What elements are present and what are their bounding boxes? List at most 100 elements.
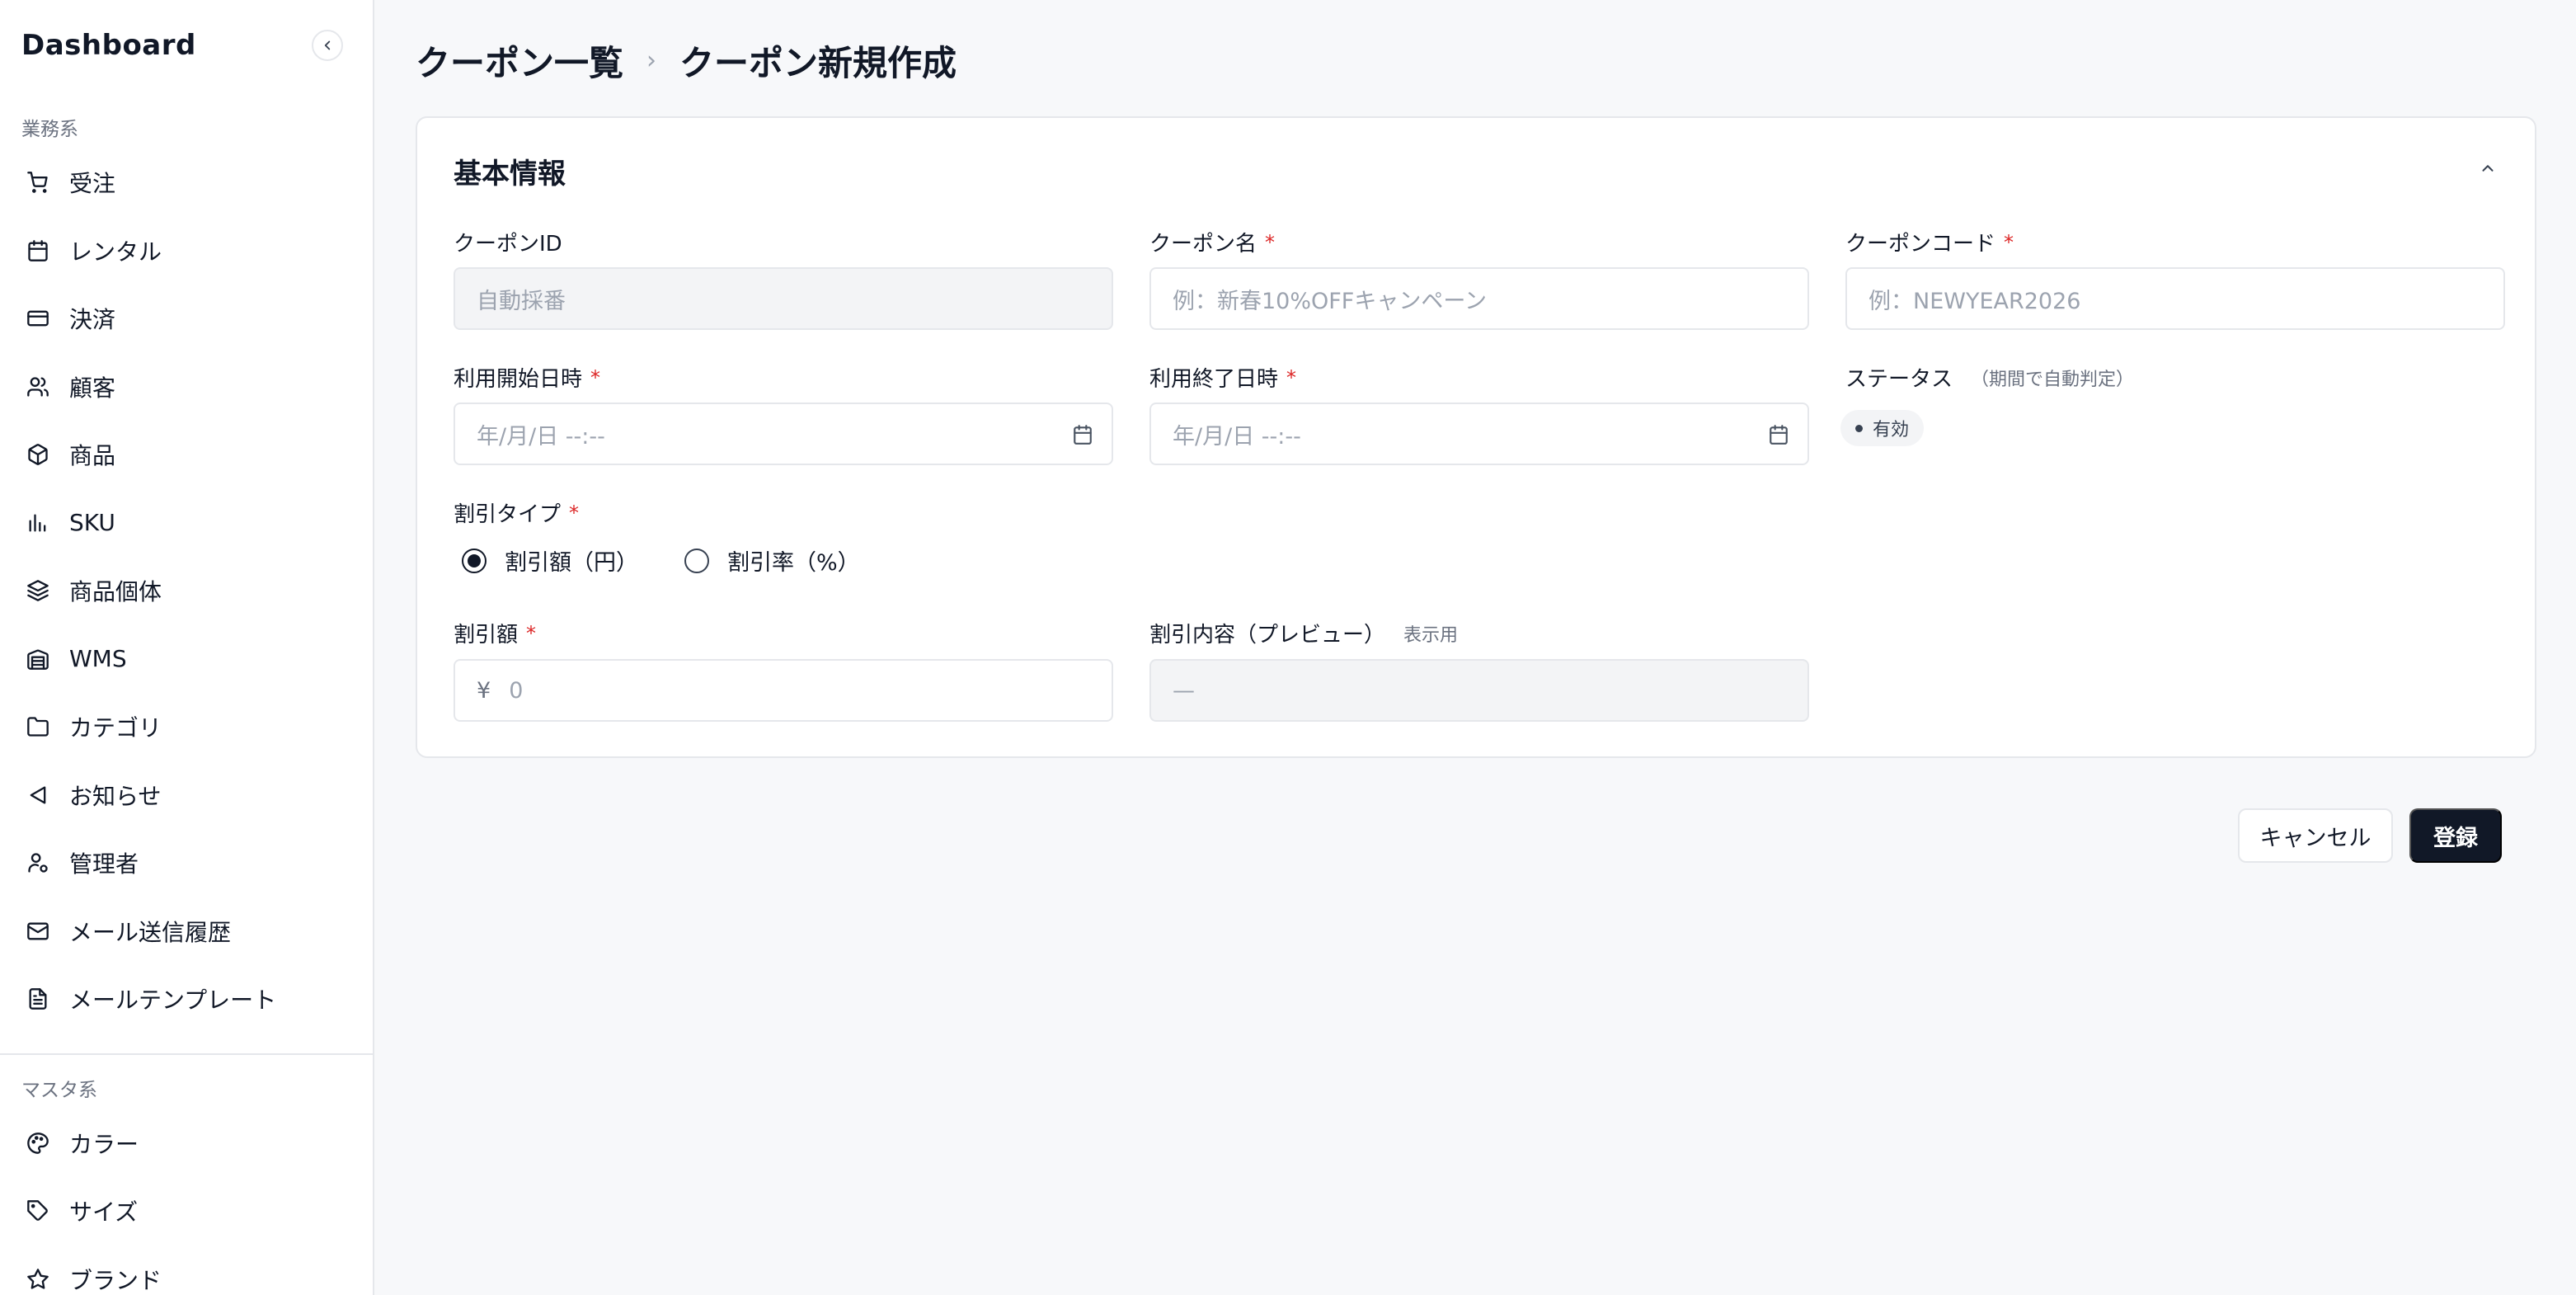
coupon-name-label-text: クーポン名 [1149,232,1257,257]
radio-label-rate: 割引率（%） [727,550,860,576]
calendar-icon[interactable] [1768,424,1789,445]
coupon-code-input[interactable]: 例：NEWYEAR2026 [1845,267,2505,330]
discount-type-amount-radio[interactable]: 割引額（円） [462,544,638,577]
breadcrumb: クーポン一覧 › クーポン新規作成 [416,31,957,89]
radio-unchecked-icon[interactable] [684,548,709,573]
sidebar-item-mail-templates[interactable]: メールテンプレート [0,965,373,1034]
cancel-button[interactable]: キャンセル [2238,808,2393,863]
sidebar-item-label: サイズ [69,1198,139,1227]
end-date-input[interactable]: 年/月/日 --:-- [1149,403,1809,465]
coupon-code-placeholder: 例：NEWYEAR2026 [1869,288,2081,314]
sidebar-item-orders[interactable]: 受注 [0,148,373,217]
required-mark: * [1286,365,1297,389]
sidebar-item-admins[interactable]: 管理者 [0,829,373,897]
sidebar-item-label: 管理者 [69,850,139,878]
required-mark: * [590,365,601,389]
sidebar-title: Dashboard [21,29,196,62]
sidebar-item-customers[interactable]: 顧客 [0,353,373,421]
coupon-id-placeholder: 自動採番 [477,288,566,314]
sidebar-item-label: 受注 [69,170,116,198]
sidebar-item-label: メール送信履歴 [69,918,232,946]
file-text-icon [25,986,51,1012]
users-icon [25,374,51,400]
required-mark: * [1265,230,1276,254]
discount-preview-label-text: 割引内容（プレビュー） [1149,623,1386,648]
warehouse-icon [25,646,51,672]
layers-icon [25,577,51,604]
box-icon [25,441,51,468]
sidebar-item-brands[interactable]: ブランド [0,1246,373,1295]
sidebar-item-category[interactable]: カテゴリ [0,693,373,761]
discount-type-label: 割引タイプ * [454,497,579,528]
collapse-card-button[interactable] [2475,156,2500,181]
breadcrumb-coupon-list-link[interactable]: クーポン一覧 [416,35,623,86]
calendar-icon[interactable] [1072,424,1093,445]
submit-button[interactable]: 登録 [2409,808,2502,863]
end-date-label: 利用終了日時 * [1149,362,1296,393]
sidebar-item-sizes[interactable]: サイズ [0,1177,373,1246]
sidebar-item-mail-history[interactable]: メール送信履歴 [0,897,373,966]
card-title: 基本情報 [454,158,566,191]
sidebar-item-wms[interactable]: WMS [0,625,373,694]
coupon-code-label: クーポンコード * [1845,227,2014,257]
discount-preview-note: 表示用 [1403,624,1459,646]
main-content: クーポン一覧 › クーポン新規作成 基本情報 クーポンID 自動採番 クーポン名… [374,0,2576,1295]
discount-amount-input[interactable]: ¥ 0 [454,659,1113,722]
sidebar-item-label: お知らせ [69,782,162,810]
radio-label-amount: 割引額（円） [505,550,638,576]
end-date-label-text: 利用終了日時 [1149,367,1279,392]
sidebar-divider [0,1052,373,1055]
mail-icon [25,918,51,944]
discount-amount-label-text: 割引額 [454,623,519,648]
coupon-id-label: クーポンID [454,227,562,257]
sidebar-item-label: WMS [69,645,127,673]
star-icon [25,1266,51,1293]
sidebar-item-payment[interactable]: 決済 [0,285,373,353]
sidebar-item-sku[interactable]: SKU [0,489,373,558]
required-mark: * [569,501,580,525]
basic-info-card: 基本情報 クーポンID 自動採番 クーポン名 * 例：新春10%OFFキャンペー… [416,116,2536,758]
sidebar-item-colors[interactable]: カラー [0,1109,373,1178]
discount-type-rate-radio[interactable]: 割引率（%） [684,544,860,577]
sidebar-item-label: カラー [69,1130,139,1158]
sidebar-section-business: 業務系 [21,119,78,140]
coupon-id-label-text: クーポンID [454,232,562,257]
status-label-text: ステータス [1845,367,1953,392]
collapse-sidebar-button[interactable] [312,30,343,61]
start-date-placeholder: 年/月/日 --:-- [477,423,605,450]
status-dot-icon [1855,424,1863,432]
sidebar-header: Dashboard [0,0,373,91]
start-date-label: 利用開始日時 * [454,362,600,393]
sidebar-item-label: ブランド [69,1266,162,1294]
coupon-name-input[interactable]: 例：新春10%OFFキャンペーン [1149,267,1809,330]
sidebar-item-label: 決済 [69,306,116,334]
end-date-placeholder: 年/月/日 --:-- [1173,423,1301,450]
credit-card-icon [25,305,51,332]
sidebar-item-product-units[interactable]: 商品個体 [0,557,373,625]
sidebar-item-label: 商品 [69,442,116,470]
breadcrumb-separator: › [646,45,657,75]
status-label: ステータス （期間で自動判定） [1845,362,2134,393]
sidebar-section-master: マスタ系 [21,1079,97,1101]
status-note: （期間で自動判定） [1971,369,2135,390]
sidebar-item-products[interactable]: 商品 [0,421,373,489]
discount-preview-label: 割引内容（プレビュー） 表示用 [1149,618,1458,648]
discount-type-label-text: 割引タイプ [454,502,562,527]
sidebar-item-label: 商品個体 [69,578,162,606]
discount-type-radio-group: 割引額（円） 割引率（%） [462,544,906,577]
calendar-icon [25,238,51,264]
status-badge: 有効 [1840,410,1925,446]
sidebar: Dashboard 業務系 受注 レンタル 決済 顧客 商品 SKU 商品個体 … [0,0,374,1295]
discount-preview-field: — [1149,659,1809,722]
discount-amount-label: 割引額 * [454,618,536,648]
radio-checked-icon[interactable] [462,548,487,573]
start-date-input[interactable]: 年/月/日 --:-- [454,403,1113,465]
chevron-up-icon [2482,165,2494,172]
cart-icon [25,169,51,195]
discount-preview-value: — [1173,677,1195,704]
yen-prefix: ¥ [477,677,491,704]
coupon-code-label-text: クーポンコード [1845,232,1996,257]
sidebar-item-notices[interactable]: お知らせ [0,761,373,830]
sidebar-item-rental[interactable]: レンタル [0,217,373,285]
required-mark: * [526,621,537,645]
